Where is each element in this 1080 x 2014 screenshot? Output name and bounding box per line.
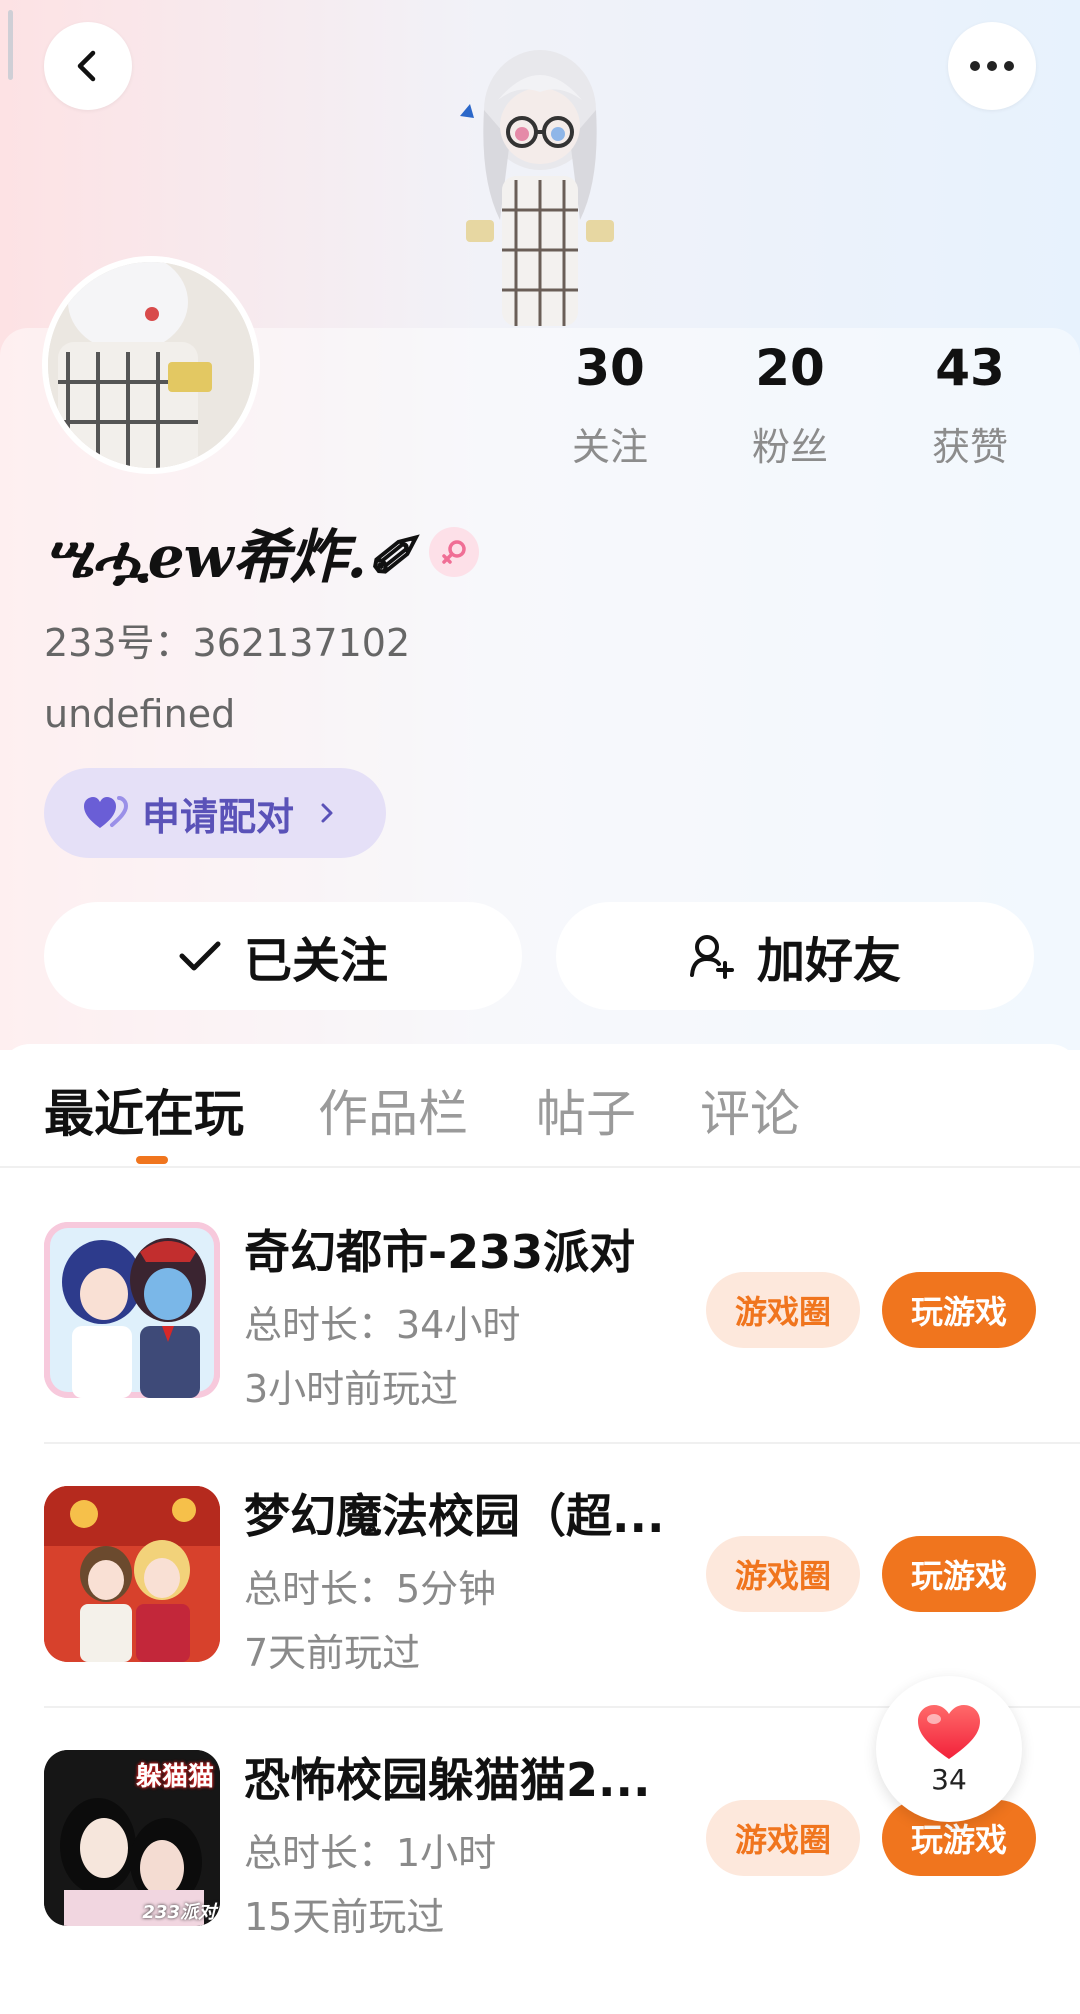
tab-recently-played[interactable]: 最近在玩 bbox=[44, 1074, 244, 1146]
check-icon bbox=[179, 941, 221, 971]
game-title: 梦幻魔法校园（超... bbox=[244, 1489, 665, 1543]
followed-label: 已关注 bbox=[243, 933, 388, 989]
stat-following-label: 关注 bbox=[571, 425, 648, 469]
game-icon-image bbox=[44, 1222, 220, 1398]
game-circle-button[interactable]: 游戏圈 bbox=[706, 1800, 860, 1876]
stat-likes[interactable]: 43 获赞 bbox=[880, 340, 1060, 471]
game-item[interactable]: 奇幻都市-233派对 总时长：34小时 3小时前玩过 游戏圈 玩游戏 bbox=[44, 1222, 1036, 1486]
add-friend-label: 加好友 bbox=[756, 933, 901, 989]
heart-pair-icon bbox=[84, 796, 128, 828]
female-gender-icon bbox=[429, 527, 480, 577]
bio: undefined bbox=[44, 692, 236, 736]
stats-row: 30 关注 20 粉丝 43 获赞 bbox=[520, 340, 1060, 471]
game-last-played: 15天前玩过 bbox=[244, 1895, 445, 1939]
username-row: ሤሗew希炸.✐ bbox=[44, 512, 480, 592]
stat-fans-label: 粉丝 bbox=[751, 425, 828, 469]
heart-icon bbox=[918, 1704, 980, 1759]
game-icon[interactable] bbox=[44, 1486, 220, 1662]
game-total-duration: 总时长：1小时 bbox=[244, 1831, 497, 1875]
divider bbox=[44, 1442, 1080, 1444]
tab-indicator bbox=[136, 1156, 168, 1164]
add-user-icon bbox=[689, 935, 734, 979]
game-icon-image bbox=[44, 1486, 220, 1662]
floating-like-button[interactable]: 34 bbox=[876, 1676, 1022, 1822]
content-panel: 最近在玩 作品栏 帖子 评论 奇幻都市-233派对 总时长：34小时 3小时前玩… bbox=[0, 1044, 1080, 1952]
back-button[interactable] bbox=[44, 22, 132, 110]
play-game-button[interactable]: 玩游戏 bbox=[882, 1272, 1036, 1348]
stat-likes-value: 43 bbox=[935, 339, 1005, 397]
stat-following[interactable]: 30 关注 bbox=[520, 340, 700, 471]
game-title: 奇幻都市-233派对 bbox=[244, 1225, 636, 1279]
tab-comments[interactable]: 评论 bbox=[700, 1074, 800, 1146]
more-button[interactable] bbox=[948, 22, 1036, 110]
game-circle-button[interactable]: 游戏圈 bbox=[706, 1536, 860, 1612]
apply-pair-button[interactable]: 申请配对 bbox=[44, 768, 386, 858]
game-last-played: 7天前玩过 bbox=[244, 1631, 421, 1675]
stat-fans-value: 20 bbox=[755, 339, 825, 397]
username: ሤሗew希炸.✐ bbox=[44, 523, 414, 591]
tab-bar: 最近在玩 作品栏 帖子 评论 bbox=[0, 1044, 1080, 1168]
apply-pair-label: 申请配对 bbox=[142, 794, 295, 839]
game-icon-brand: 233派对 bbox=[142, 1902, 216, 1923]
stat-likes-label: 获赞 bbox=[931, 425, 1008, 469]
game-circle-button[interactable]: 游戏圈 bbox=[706, 1272, 860, 1348]
user-id[interactable]: 233号：362137102 bbox=[44, 612, 410, 667]
game-icon[interactable] bbox=[44, 1222, 220, 1398]
game-total-duration: 总时长：34小时 bbox=[244, 1303, 521, 1347]
add-friend-button[interactable]: 加好友 bbox=[556, 902, 1034, 1010]
game-total-duration: 总时长：5分钟 bbox=[244, 1567, 497, 1611]
avatar[interactable] bbox=[42, 256, 260, 474]
more-dots-icon bbox=[970, 61, 1014, 71]
game-item[interactable]: 躲猫猫 233派对 恐怖校园躲猫猫2... 总时长：1小时 15天前玩过 游戏圈… bbox=[44, 1750, 1036, 2014]
tab-works[interactable]: 作品栏 bbox=[318, 1074, 468, 1146]
tab-posts[interactable]: 帖子 bbox=[536, 1074, 636, 1146]
game-icon[interactable]: 躲猫猫 233派对 bbox=[44, 1750, 220, 1926]
play-game-button[interactable]: 玩游戏 bbox=[882, 1536, 1036, 1612]
hero-character-image bbox=[460, 50, 614, 326]
game-last-played: 3小时前玩过 bbox=[244, 1367, 459, 1411]
stat-following-value: 30 bbox=[575, 339, 645, 397]
chevron-right-icon bbox=[321, 803, 333, 823]
scroll-indicator[interactable] bbox=[8, 10, 13, 80]
avatar-image bbox=[48, 262, 254, 468]
followed-button[interactable]: 已关注 bbox=[44, 902, 522, 1010]
chevron-left-icon bbox=[77, 50, 96, 82]
game-title: 恐怖校园躲猫猫2... bbox=[244, 1753, 651, 1807]
like-count: 34 bbox=[931, 1762, 967, 1796]
game-icon-caption: 躲猫猫 bbox=[135, 1762, 214, 1792]
stat-fans[interactable]: 20 粉丝 bbox=[700, 340, 880, 471]
